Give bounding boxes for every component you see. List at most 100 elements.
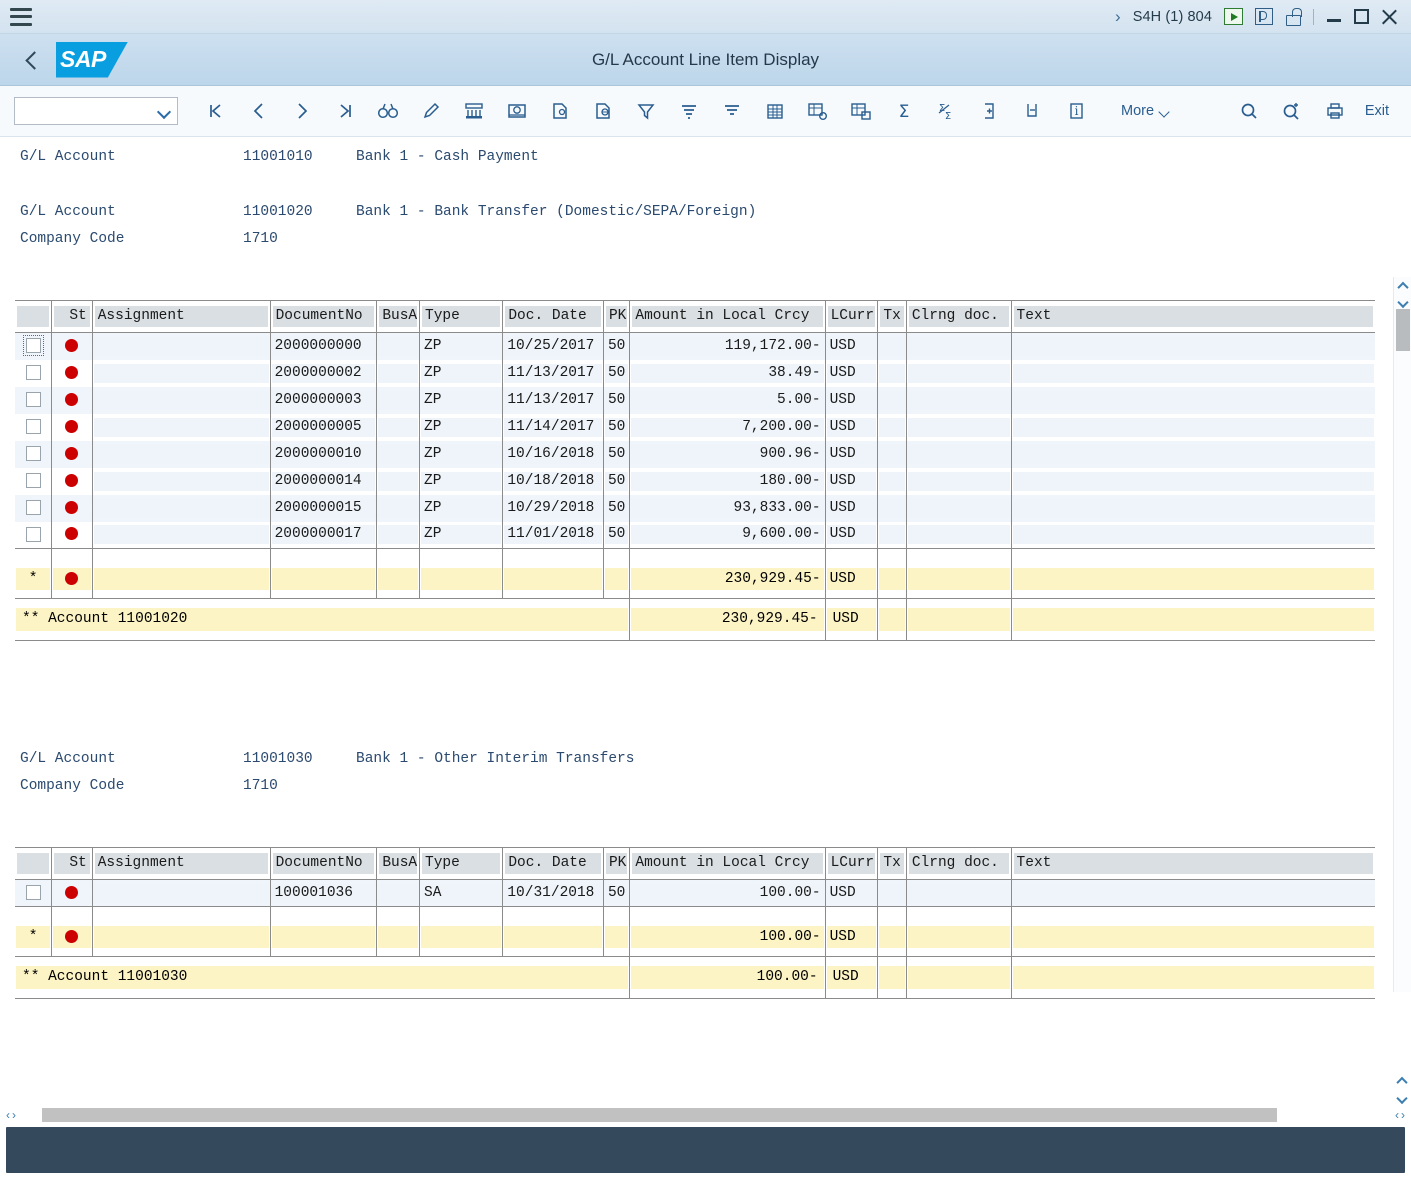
- more-menu-button[interactable]: More: [1111, 91, 1181, 131]
- vertical-scrollbar[interactable]: [1393, 277, 1411, 992]
- row-select-checkbox[interactable]: [15, 468, 52, 495]
- scroll-right-icon[interactable]: ›: [1401, 1108, 1405, 1122]
- column-header-select[interactable]: [15, 848, 52, 880]
- column-header-pk[interactable]: PK: [603, 848, 629, 880]
- checkbox-icon[interactable]: [26, 419, 41, 434]
- checkbox-icon[interactable]: [26, 885, 41, 900]
- row-select-checkbox[interactable]: [15, 522, 52, 549]
- maximize-icon[interactable]: [1354, 9, 1369, 24]
- exit-button[interactable]: Exit: [1357, 91, 1397, 131]
- scroll-up-icon[interactable]: [1394, 277, 1411, 292]
- column-header-lcurr[interactable]: LCurr: [825, 848, 878, 880]
- vertical-scroll-arrows-bottom[interactable]: [1395, 1073, 1409, 1103]
- scroll-up-icon[interactable]: [1393, 1073, 1411, 1087]
- collapse-icon[interactable]: [1011, 91, 1054, 131]
- document-lock-icon[interactable]: [538, 91, 581, 131]
- column-header-assignment[interactable]: Assignment: [92, 301, 270, 333]
- row-select-checkbox[interactable]: [15, 495, 52, 522]
- row-select-checkbox[interactable]: [15, 360, 52, 387]
- minimize-icon[interactable]: [1326, 9, 1342, 25]
- layout-change-icon[interactable]: [796, 91, 839, 131]
- cell-documentno[interactable]: 2000000017: [270, 522, 377, 549]
- table-row[interactable]: 2000000015 ZP10/29/20185093,833.00-USD: [15, 495, 1375, 522]
- cell-documentno[interactable]: 2000000010: [270, 441, 377, 468]
- column-header-lcurr[interactable]: LCurr: [825, 301, 878, 333]
- column-header-clrngdoc[interactable]: Clrng doc.: [906, 301, 1011, 333]
- last-page-icon[interactable]: [323, 91, 366, 131]
- next-page-icon[interactable]: [280, 91, 323, 131]
- column-header-documentno[interactable]: DocumentNo: [270, 301, 377, 333]
- layout-grid-icon[interactable]: [753, 91, 796, 131]
- play-icon[interactable]: [1224, 8, 1243, 25]
- chevron-down-icon[interactable]: [158, 107, 171, 115]
- column-header-busa[interactable]: BusA: [377, 301, 420, 333]
- column-header-amount[interactable]: Amount in Local Crcy: [630, 301, 825, 333]
- change-pencil-icon[interactable]: [409, 91, 452, 131]
- cell-documentno[interactable]: 2000000014: [270, 468, 377, 495]
- row-select-checkbox[interactable]: [15, 414, 52, 441]
- column-header-text[interactable]: Text: [1011, 848, 1375, 880]
- column-header-select[interactable]: [15, 301, 52, 333]
- chevron-right-icon[interactable]: ›: [1115, 7, 1121, 27]
- column-header-clrngdoc[interactable]: Clrng doc.: [906, 848, 1011, 880]
- search-icon[interactable]: [1228, 91, 1271, 131]
- column-header-docdate[interactable]: Doc. Date: [503, 301, 604, 333]
- column-header-st[interactable]: St: [52, 301, 93, 333]
- horizontal-scrollbar[interactable]: ‹ › ‹ ›: [0, 1104, 1411, 1126]
- checkbox-icon[interactable]: [26, 338, 41, 353]
- sort-descending-icon[interactable]: [710, 91, 753, 131]
- column-header-type[interactable]: Type: [420, 301, 503, 333]
- table-row[interactable]: 2000000010 ZP10/16/201850900.96-USD: [15, 441, 1375, 468]
- column-header-type[interactable]: Type: [420, 848, 503, 880]
- info-icon[interactable]: i: [1054, 91, 1097, 131]
- checkbox-icon[interactable]: [26, 527, 41, 542]
- table-row[interactable]: 2000000000 ZP10/25/201750119,172.00-USD: [15, 333, 1375, 360]
- table-row[interactable]: 2000000003 ZP11/13/2017505.00-USD: [15, 387, 1375, 414]
- master-data-icon[interactable]: [452, 91, 495, 131]
- horizontal-scrollbar-track[interactable]: [20, 1108, 1391, 1122]
- column-header-documentno[interactable]: DocumentNo: [270, 848, 377, 880]
- row-select-checkbox[interactable]: [15, 441, 52, 468]
- cell-documentno[interactable]: 2000000002: [270, 360, 377, 387]
- table-row[interactable]: 2000000017 ZP11/01/2018509,600.00-USD: [15, 522, 1375, 549]
- table-row[interactable]: 2000000002 ZP11/13/20175038.49-USD: [15, 360, 1375, 387]
- cell-documentno[interactable]: 100001036: [270, 880, 377, 907]
- column-header-docdate[interactable]: Doc. Date: [503, 848, 604, 880]
- column-header-tx[interactable]: Tx: [878, 301, 906, 333]
- checkbox-icon[interactable]: [26, 473, 41, 488]
- lock-open-icon[interactable]: [1285, 8, 1301, 26]
- checkbox-icon[interactable]: [26, 365, 41, 380]
- column-header-amount[interactable]: Amount in Local Crcy: [630, 848, 825, 880]
- hamburger-menu-icon[interactable]: [10, 8, 32, 26]
- column-header-st[interactable]: St: [52, 848, 93, 880]
- checkbox-icon[interactable]: [26, 446, 41, 461]
- row-select-checkbox[interactable]: [15, 387, 52, 414]
- command-input[interactable]: [21, 103, 158, 120]
- table-row[interactable]: 2000000005 ZP11/14/2017507,200.00-USD: [15, 414, 1375, 441]
- print-icon[interactable]: [1314, 91, 1357, 131]
- column-header-assignment[interactable]: Assignment: [92, 848, 270, 880]
- back-icon[interactable]: [22, 50, 42, 70]
- checkbox-icon[interactable]: [26, 500, 41, 515]
- subtotal-icon[interactable]: ΣΣ: [925, 91, 968, 131]
- scroll-left-icon[interactable]: ‹: [1395, 1108, 1399, 1122]
- vertical-scrollbar-thumb[interactable]: [1396, 309, 1410, 351]
- scroll-left-icon[interactable]: ‹: [6, 1108, 10, 1122]
- checkbox-icon[interactable]: [26, 392, 41, 407]
- scroll-right-icon[interactable]: ›: [12, 1108, 16, 1122]
- document-globe-icon[interactable]: [581, 91, 624, 131]
- p-icon[interactable]: [1255, 8, 1273, 25]
- horizontal-scrollbar-thumb[interactable]: [42, 1108, 1277, 1122]
- table-row[interactable]: 2000000014 ZP10/18/201850180.00-USD: [15, 468, 1375, 495]
- table-row[interactable]: 100001036 SA10/31/201850100.00-USD: [15, 880, 1375, 907]
- search-next-icon[interactable]: [1271, 91, 1314, 131]
- sum-icon[interactable]: Σ: [882, 91, 925, 131]
- row-select-checkbox[interactable]: [15, 333, 52, 360]
- layout-save-icon[interactable]: [839, 91, 882, 131]
- command-field[interactable]: [14, 97, 178, 125]
- column-header-text[interactable]: Text: [1011, 301, 1375, 333]
- close-icon[interactable]: [1381, 8, 1399, 26]
- row-select-checkbox[interactable]: [15, 880, 52, 907]
- column-header-busa[interactable]: BusA: [377, 848, 420, 880]
- cell-documentno[interactable]: 2000000000: [270, 333, 377, 360]
